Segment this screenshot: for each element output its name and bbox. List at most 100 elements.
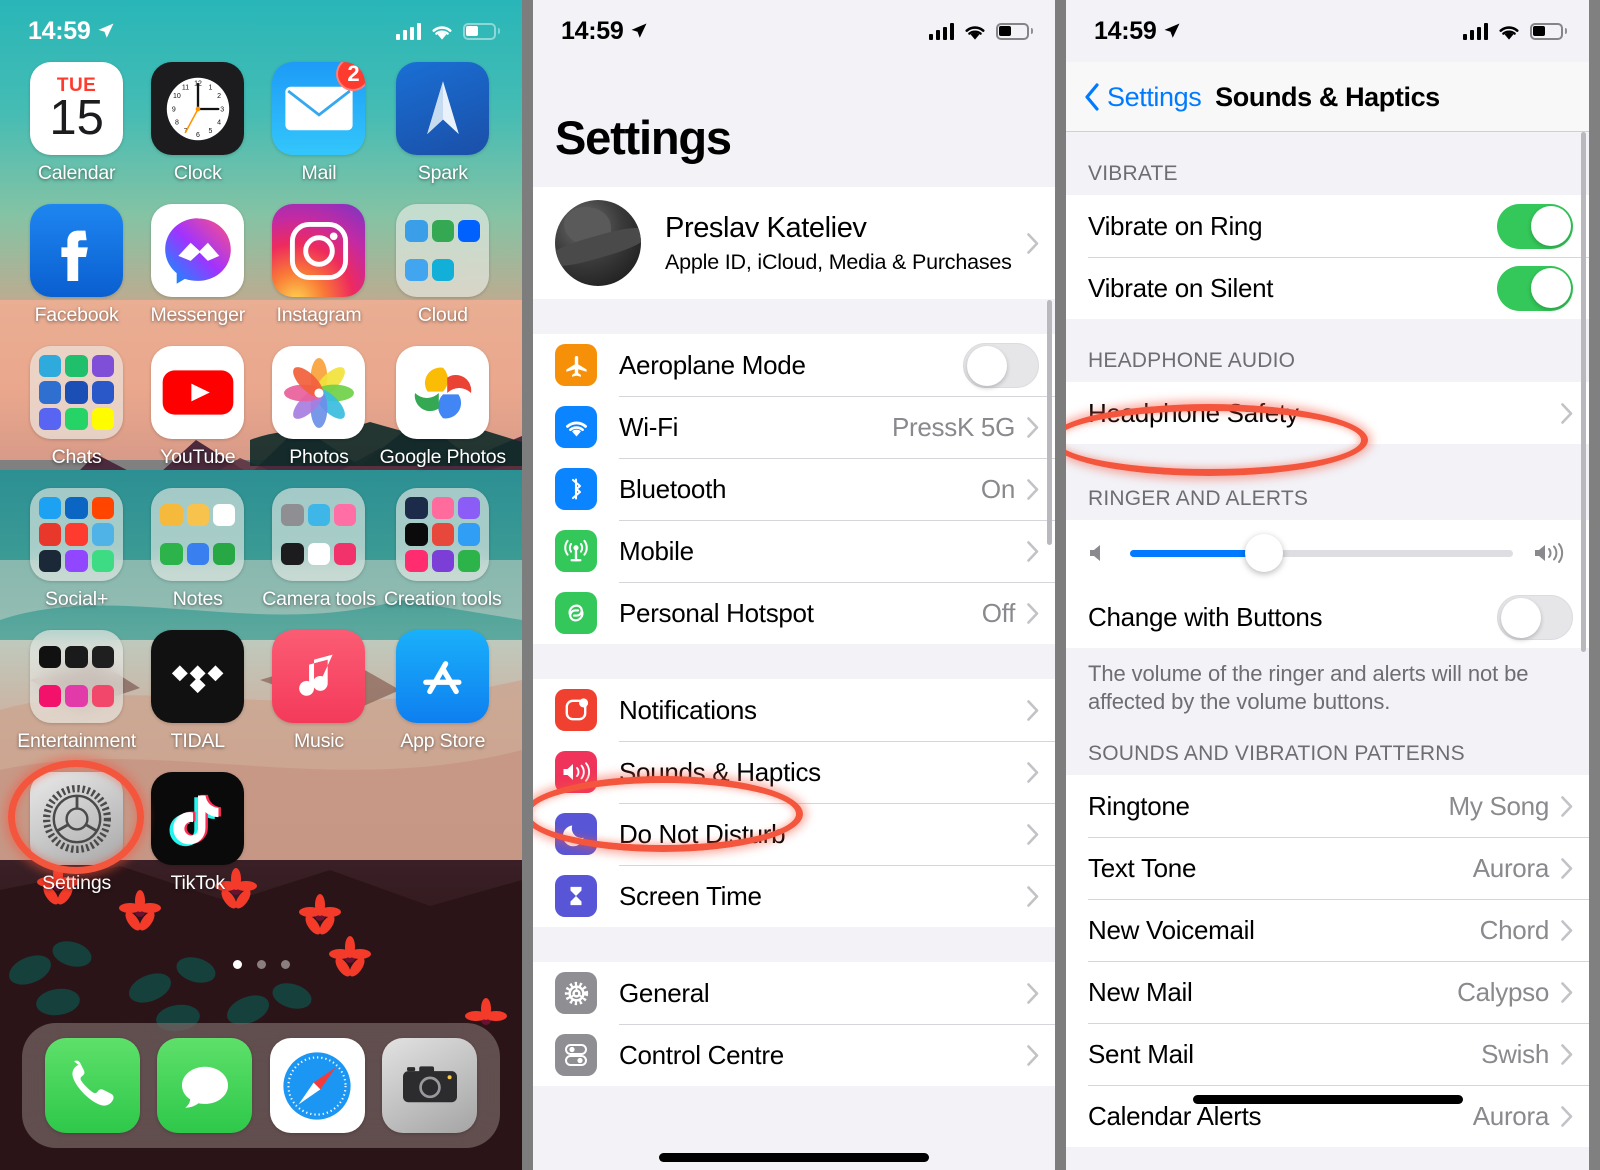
google-photos-icon (396, 346, 490, 439)
app-label: Spark (417, 162, 468, 184)
phone-icon[interactable] (44, 1038, 140, 1133)
row-label: Vibrate on Ring (1088, 210, 1263, 241)
app-folder-chats[interactable]: Chats (16, 346, 137, 469)
app-instagram[interactable]: Instagram (258, 204, 379, 327)
folder-mini-icon (457, 219, 481, 242)
app-folder-social[interactable]: Social+ (16, 488, 137, 611)
app-folder-entertainment[interactable]: Entertainment (16, 630, 137, 753)
app-folder-cloud[interactable]: Cloud (380, 204, 506, 327)
settings-row[interactable]: New Voicemail Chord (1066, 899, 1589, 962)
ringer-volume-slider-row[interactable] (1066, 520, 1589, 586)
app-clock[interactable]: 1212 345 678 91011 Clock (137, 62, 258, 185)
row-toggle[interactable] (1497, 203, 1573, 249)
row-label: Aeroplane Mode (619, 349, 806, 380)
section-header-sounds-patterns: SOUNDS AND VIBRATION PATTERNS (1066, 742, 1589, 776)
settings-row[interactable]: Do Not Disturb (533, 803, 1055, 865)
row-toggle[interactable] (963, 342, 1039, 388)
control-centre-icon (555, 1034, 597, 1076)
panel-divider (522, 0, 533, 1170)
settings-row[interactable]: Screen Time (533, 865, 1055, 927)
page-dot[interactable] (256, 960, 266, 969)
status-time: 14:59 (28, 16, 91, 45)
settings-row[interactable]: Vibrate on Silent (1066, 257, 1589, 319)
scrollbar[interactable] (1047, 300, 1052, 545)
settings-row[interactable]: Vibrate on Ring (1066, 195, 1589, 257)
folder-mini-icon (91, 685, 115, 708)
app-messenger[interactable]: Messenger (137, 204, 258, 327)
row-label: Wi-Fi (619, 411, 679, 442)
page-dot-active[interactable] (232, 960, 242, 969)
row-label: Vibrate on Silent (1088, 272, 1274, 303)
app-label: Clock (173, 162, 222, 184)
folder-mini-icon (431, 523, 454, 546)
settings-row[interactable]: General (533, 962, 1055, 1024)
app-label: Calendar (37, 162, 116, 184)
app-music[interactable]: Music (258, 630, 379, 753)
app-spark[interactable]: Spark (380, 62, 506, 185)
app-tidal[interactable]: TIDAL (137, 630, 258, 753)
apple-id-row[interactable]: Preslav Kateliev Apple ID, iCloud, Media… (533, 187, 1055, 299)
app-photos[interactable]: Photos (258, 346, 379, 469)
settings-row[interactable]: Headphone Safety (1066, 382, 1589, 444)
connectivity-group: Aeroplane Mode Wi-Fi PressK 5G Bluetooth On M… (533, 334, 1055, 644)
folder-mini-icon (39, 685, 62, 708)
app-folder-notes[interactable]: Notes (137, 488, 258, 611)
row-label: New Voicemail (1088, 914, 1255, 945)
settings-row[interactable]: Aeroplane Mode (533, 334, 1055, 396)
settings-row[interactable]: Text Tone Aurora (1066, 837, 1589, 900)
app-google-photos[interactable]: Google Photos (380, 346, 506, 469)
volume-track[interactable] (1130, 534, 1513, 572)
row-label: Ringtone (1088, 790, 1190, 821)
settings-row[interactable]: Control Centre (533, 1024, 1055, 1086)
settings-row[interactable]: New Mail Calypso (1066, 961, 1589, 1024)
volume-thumb[interactable] (1245, 534, 1284, 572)
app-mail[interactable]: 2 Mail (258, 62, 379, 185)
settings-row[interactable]: Ringtone My Song (1066, 775, 1589, 838)
app-tiktok[interactable]: TikTok (137, 772, 258, 895)
camera-icon[interactable] (382, 1038, 478, 1133)
change-with-buttons-row[interactable]: Change with Buttons (1066, 586, 1589, 648)
chevron-right-icon (1027, 823, 1039, 845)
battery-icon (996, 22, 1033, 40)
settings-row[interactable]: Bluetooth On (533, 458, 1055, 520)
app-youtube[interactable]: YouTube (137, 346, 258, 469)
app-label: Photos (289, 446, 349, 468)
back-button[interactable]: Settings (1084, 82, 1202, 113)
folder-icon (396, 204, 490, 297)
chevron-right-icon (1027, 982, 1039, 1004)
app-app-store[interactable]: App Store (380, 630, 506, 753)
page-dot[interactable] (280, 960, 290, 969)
app-calendar[interactable]: TUE 15 Calendar (16, 62, 137, 185)
messages-icon[interactable] (157, 1038, 253, 1133)
app-label: Music (294, 730, 344, 752)
settings-row[interactable]: Sounds & Haptics (533, 741, 1055, 803)
chevron-right-icon (1027, 1044, 1039, 1066)
chevron-right-icon (1561, 982, 1573, 1003)
folder-mini-icon (431, 497, 454, 520)
folder-mini-icon (281, 543, 304, 566)
change-with-buttons-toggle[interactable] (1497, 594, 1573, 640)
cellular-bars-icon (1462, 22, 1488, 40)
settings-row[interactable]: Sent Mail Swish (1066, 1023, 1589, 1086)
patterns-group: Ringtone My Song Text Tone Aurora New Voicem… (1066, 775, 1589, 1148)
settings-row[interactable]: Mobile (533, 520, 1055, 582)
settings-row[interactable]: Personal Hotspot Off (533, 582, 1055, 644)
app-settings[interactable]: Settings (16, 772, 137, 895)
settings-row[interactable]: Wi-Fi PressK 5G (533, 396, 1055, 458)
row-label: Control Centre (619, 1039, 784, 1070)
chevron-right-icon (1027, 232, 1039, 254)
tiktok-icon (151, 772, 245, 865)
folder-mini-icon (65, 497, 88, 520)
app-label: Creation tools (384, 588, 502, 610)
app-folder-camera-tools[interactable]: Camera tools (258, 488, 379, 611)
app-facebook[interactable]: Facebook (16, 204, 137, 327)
hotspot-icon (555, 592, 597, 634)
row-toggle[interactable] (1497, 265, 1573, 311)
folder-icon (30, 346, 124, 439)
app-folder-creation-tools[interactable]: Creation tools (380, 488, 506, 611)
settings-row[interactable]: Notifications (533, 679, 1055, 741)
safari-icon[interactable] (269, 1038, 365, 1133)
wifi-icon (430, 22, 454, 41)
chevron-right-icon (1561, 858, 1573, 879)
scrollbar[interactable] (1581, 132, 1586, 652)
